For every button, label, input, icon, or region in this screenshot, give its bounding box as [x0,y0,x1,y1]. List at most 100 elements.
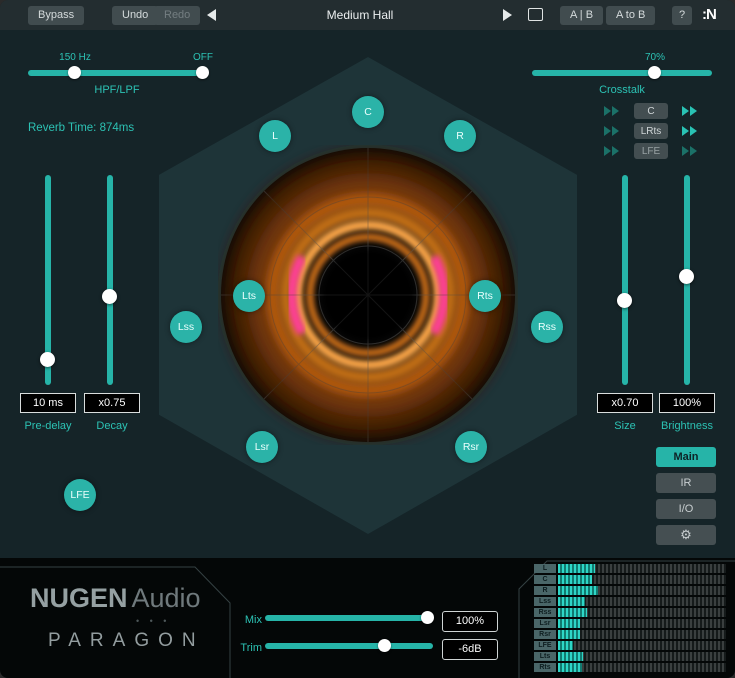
mix-label: Mix [212,614,262,626]
trim-slider-track[interactable] [265,643,433,649]
meter-track [558,641,726,650]
brightness-fader[interactable] [679,175,695,385]
routing-chevron-left-icon[interactable] [604,146,620,156]
mix-slider-track[interactable] [265,615,433,621]
channel-node-lts[interactable]: Lts [233,280,265,312]
channel-node-c[interactable]: C [352,96,384,128]
size-fader[interactable] [617,175,633,385]
size-fader-track[interactable] [622,175,628,385]
next-preset-icon[interactable] [503,9,512,21]
meter-track [558,597,726,606]
pre-delay-value-box[interactable]: 10 ms [20,393,76,413]
brand-logo: NUGENAudio [30,583,201,614]
previous-preset-icon[interactable] [207,9,216,21]
trim-value-box[interactable]: -6dB [442,639,498,660]
decay-fader-knob[interactable] [102,289,117,304]
routing-chevron-left-icon[interactable] [604,106,620,116]
channel-node-lfe[interactable]: LFE [64,479,96,511]
meter-fill [558,597,585,606]
product-name: PARAGON [48,630,205,652]
meter-row: L [534,564,726,573]
meter-fill [558,619,580,628]
crosstalk-caption: Crosstalk [532,84,712,96]
trim-label: Trim [212,642,262,654]
meter-fill [558,663,582,672]
routing-button-lrts[interactable]: LRts [634,123,668,139]
routing-chevron-right-icon[interactable] [682,146,698,156]
meter-track [558,652,726,661]
help-button[interactable]: ? [672,6,692,25]
preset-name[interactable]: Medium Hall [290,8,430,22]
lpf-slider-knob[interactable] [196,66,209,79]
channel-node-r[interactable]: R [444,120,476,152]
bypass-button[interactable]: Bypass [28,6,84,25]
hpf-lpf-caption: HPF/LPF [28,84,206,96]
decay-value-box[interactable]: x0.75 [84,393,140,413]
meter-row: Rts [534,663,726,672]
channel-node-l[interactable]: L [259,120,291,152]
pre-delay-fader[interactable] [40,175,56,385]
brightness-value-box[interactable]: 100% [659,393,715,413]
channel-node-rsr[interactable]: Rsr [455,431,487,463]
trim-slider-knob[interactable] [378,639,391,652]
channel-node-rss[interactable]: Rss [531,311,563,343]
preset-list-icon[interactable] [528,8,543,21]
hpf-slider-knob[interactable] [68,66,81,79]
routing-button-c[interactable]: C [634,103,668,119]
meter-fill [558,564,595,573]
mix-slider[interactable] [265,611,433,625]
view-io-button[interactable]: I/O [656,499,716,519]
gear-icon: ⚙ [680,527,692,542]
brightness-caption: Brightness [650,420,724,432]
size-caption: Size [597,420,653,432]
trim-slider[interactable] [265,639,433,653]
size-value-box[interactable]: x0.70 [597,393,653,413]
nugen-mark-logo: :N [702,6,716,23]
mix-value-box[interactable]: 100% [442,611,498,632]
channel-node-lsr[interactable]: Lsr [246,431,278,463]
channel-node-rts[interactable]: Rts [469,280,501,312]
meter-label: Lts [534,652,556,661]
a-to-b-button[interactable]: A to B [606,6,655,25]
routing-button-lfe[interactable]: LFE [634,143,668,159]
size-fader-knob[interactable] [617,293,632,308]
channel-node-lss[interactable]: Lss [170,311,202,343]
meter-track [558,564,726,573]
channel-meters: L C R Lss Rss Lsr [534,564,726,674]
crosstalk-slider-knob[interactable] [648,66,661,79]
reverb-time-readout: Reverb Time: 874ms [28,122,134,134]
view-ir-button[interactable]: IR [656,473,716,493]
routing-chevron-right-icon[interactable] [682,126,698,136]
meter-row: LFE [534,641,726,650]
pre-delay-fader-knob[interactable] [40,352,55,367]
view-main-button[interactable]: Main [656,447,716,467]
routing-chevron-right-icon[interactable] [682,106,698,116]
decay-fader-track[interactable] [107,175,113,385]
routing-chevron-left-icon[interactable] [604,126,620,136]
meter-label: Rsr [534,630,556,639]
brand-dots: • • • [136,616,170,626]
undo-button[interactable]: Undo [112,6,158,25]
pre-delay-caption: Pre-delay [20,420,76,432]
settings-gear-button[interactable]: ⚙ [656,525,716,545]
meter-track [558,575,726,584]
ab-compare-button[interactable]: A | B [560,6,603,25]
redo-button[interactable]: Redo [154,6,200,25]
hpf-lpf-slider-track[interactable] [28,70,206,76]
topbar: Bypass Undo Redo Medium Hall A | B A to … [0,0,735,30]
meter-label: LFE [534,641,556,650]
decay-fader[interactable] [102,175,118,385]
meter-fill [558,586,598,595]
meter-label: Lsr [534,619,556,628]
hpf-lpf-slider[interactable] [28,66,206,80]
routing-row-lfe: LFE [604,142,698,160]
crosstalk-slider[interactable] [532,66,712,80]
routing-row-lrts: LRts [604,122,698,140]
brightness-fader-knob[interactable] [679,269,694,284]
meter-track [558,586,726,595]
meter-label: Rts [534,663,556,672]
meter-row: C [534,575,726,584]
mix-slider-knob[interactable] [421,611,434,624]
meter-label: L [534,564,556,573]
crosstalk-slider-track[interactable] [532,70,712,76]
